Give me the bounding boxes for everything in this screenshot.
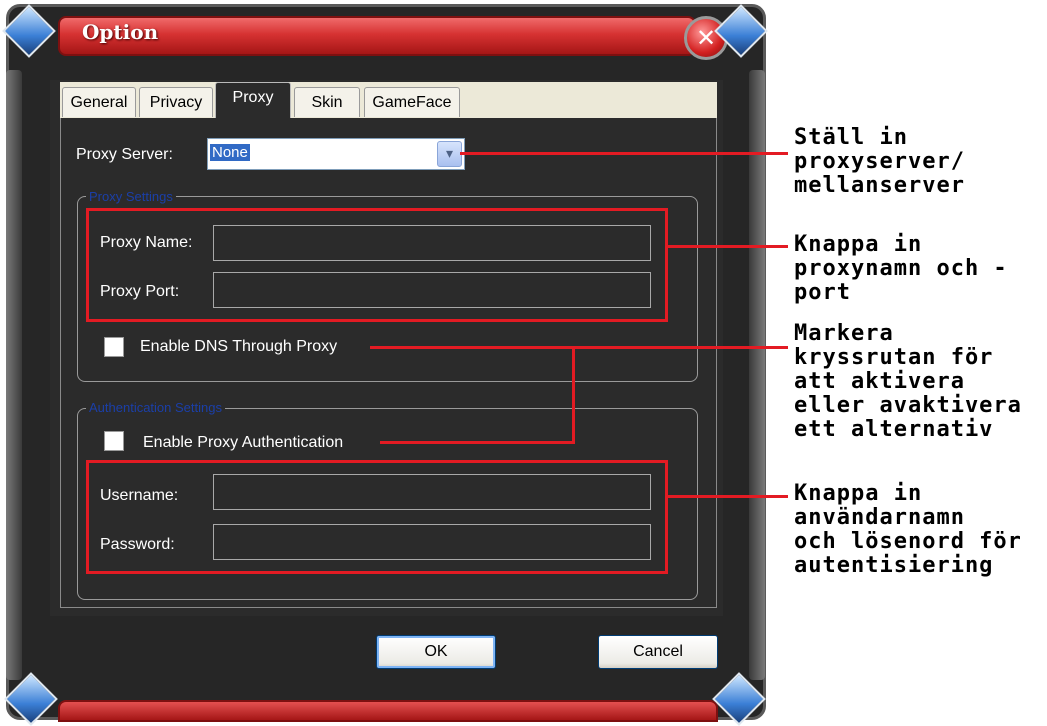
proxy-name-port-highlight — [86, 208, 668, 322]
ok-button[interactable]: OK — [376, 635, 496, 669]
callout-line-dns — [370, 346, 788, 349]
callout-line-server — [460, 152, 788, 155]
callout-credentials: Knappa in användarnamn och lösenord för … — [794, 481, 1022, 578]
tab-general[interactable]: General — [62, 87, 136, 117]
frame-right-rail — [749, 70, 765, 680]
window-title: Option — [82, 20, 159, 44]
bottom-bar — [58, 700, 718, 722]
tab-proxy[interactable]: Proxy — [215, 82, 291, 118]
cancel-button[interactable]: Cancel — [598, 635, 718, 669]
dns-through-proxy-checkbox[interactable] — [104, 337, 124, 357]
proxy-server-value: None — [210, 144, 250, 161]
callout-proxy-name-port: Knappa in proxynamn och - port — [794, 232, 1008, 305]
callout-line-name-port — [668, 245, 788, 248]
tab-privacy[interactable]: Privacy — [139, 87, 213, 117]
frame-left-rail — [6, 70, 22, 680]
dropdown-arrow-icon[interactable]: ▾ — [437, 141, 462, 167]
proxy-settings-legend: Proxy Settings — [86, 189, 176, 204]
callout-proxy-server: Ställ in proxyserver/ mellanserver — [794, 125, 965, 198]
dns-through-proxy-label: Enable DNS Through Proxy — [140, 338, 338, 355]
authentication-settings-legend: Authentication Settings — [86, 400, 225, 415]
credentials-highlight — [86, 460, 668, 574]
callout-checkboxes: Markera kryssrutan för att aktivera elle… — [794, 321, 1022, 442]
proxy-server-label: Proxy Server: — [76, 146, 173, 163]
tab-skin[interactable]: Skin — [294, 87, 360, 117]
tab-gameface[interactable]: GameFace — [364, 87, 460, 117]
callout-line-credentials — [668, 495, 788, 498]
proxy-authentication-label: Enable Proxy Authentication — [143, 434, 344, 451]
callout-line-vertical — [572, 346, 575, 443]
proxy-authentication-checkbox[interactable] — [104, 431, 124, 451]
callout-line-auth — [380, 441, 575, 444]
